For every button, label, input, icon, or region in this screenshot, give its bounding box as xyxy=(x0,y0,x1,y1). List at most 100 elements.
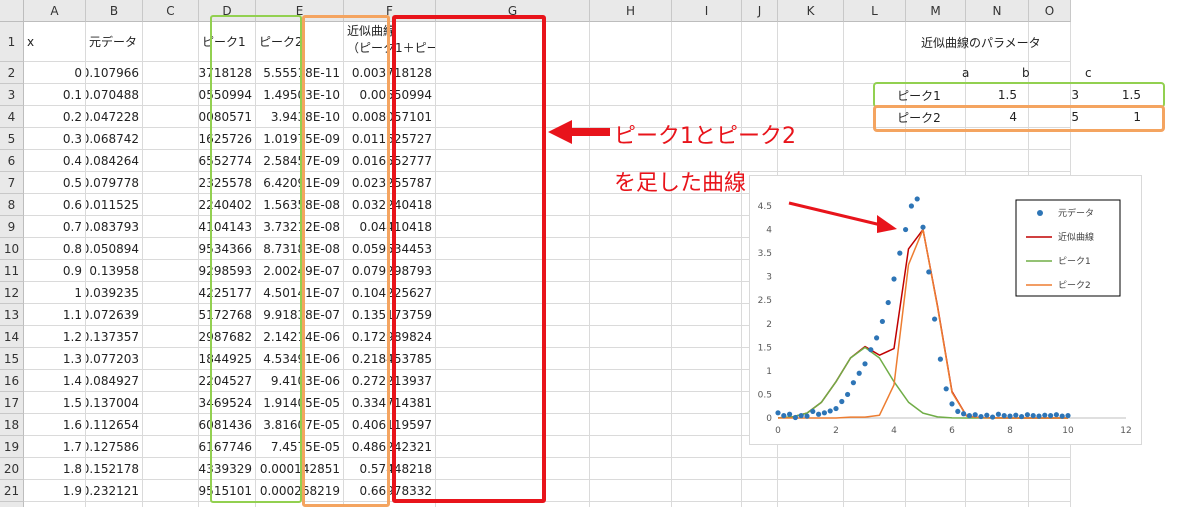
grid-cell[interactable] xyxy=(143,370,199,392)
grid-cell[interactable] xyxy=(590,326,672,348)
row-header-13[interactable]: 13 xyxy=(0,304,24,326)
grid-cell[interactable] xyxy=(590,436,672,458)
grid-cell[interactable] xyxy=(436,150,590,172)
grid-cell[interactable] xyxy=(672,84,742,106)
grid-cell[interactable] xyxy=(590,216,672,238)
cell-peak2[interactable]: 3.73212E-08 xyxy=(256,216,344,238)
column-header-c[interactable]: C xyxy=(143,0,199,22)
column-header-j[interactable]: J xyxy=(742,0,778,22)
row-header-2[interactable]: 2 xyxy=(0,62,24,84)
grid-cell[interactable] xyxy=(143,172,199,194)
cell-x[interactable]: 2 xyxy=(24,502,86,507)
cell-peak1[interactable]: 0.104225177 xyxy=(199,282,256,304)
grid-cell[interactable] xyxy=(672,216,742,238)
grid-cell[interactable] xyxy=(1029,502,1071,507)
grid-cell[interactable] xyxy=(143,238,199,260)
grid-cell[interactable] xyxy=(436,326,590,348)
cell-peak2[interactable]: 0.000142851 xyxy=(256,458,344,480)
grid-cell[interactable] xyxy=(143,458,199,480)
cell-approx[interactable]: 0.57448218 xyxy=(344,458,436,480)
column-header-o[interactable]: O xyxy=(1029,0,1071,22)
cell-peak1[interactable]: 0.135172768 xyxy=(199,304,256,326)
header-peak2[interactable]: ピーク2 xyxy=(256,22,344,62)
params-col-b[interactable]: b xyxy=(1019,62,1079,84)
grid-cell[interactable] xyxy=(143,260,199,282)
params-row-label[interactable]: ピーク2 xyxy=(880,106,958,128)
cell-x[interactable]: 1.8 xyxy=(24,458,86,480)
row-header-11[interactable]: 11 xyxy=(0,260,24,282)
grid-cell[interactable] xyxy=(143,392,199,414)
grid-cell[interactable] xyxy=(672,260,742,282)
grid-cell[interactable] xyxy=(1029,480,1071,502)
grid-cell[interactable] xyxy=(906,128,966,150)
column-header-d[interactable]: D xyxy=(199,0,256,22)
cell-peak2[interactable]: 7.4575E-05 xyxy=(256,436,344,458)
cell-x[interactable]: 1.7 xyxy=(24,436,86,458)
grid-cell[interactable] xyxy=(672,62,742,84)
cell-peak1[interactable]: 0.079298593 xyxy=(199,260,256,282)
params-col-a[interactable]: a xyxy=(959,62,1019,84)
grid-cell[interactable] xyxy=(742,62,778,84)
row-header-10[interactable]: 10 xyxy=(0,238,24,260)
cell-peak1[interactable]: 0.059534366 xyxy=(199,238,256,260)
cell-x[interactable]: 1.9 xyxy=(24,480,86,502)
grid-cell[interactable] xyxy=(778,480,844,502)
row-header-4[interactable]: 4 xyxy=(0,106,24,128)
cell-raw[interactable]: 0.112654 xyxy=(86,414,143,436)
cell-raw[interactable]: 0.068742 xyxy=(86,128,143,150)
grid-cell[interactable] xyxy=(590,304,672,326)
cell-peak2[interactable]: 0.000493636 xyxy=(256,502,344,507)
grid-cell[interactable] xyxy=(906,480,966,502)
row-header-6[interactable]: 6 xyxy=(0,150,24,172)
grid-cell[interactable] xyxy=(742,84,778,106)
cell-approx[interactable]: 0.008057101 xyxy=(344,106,436,128)
grid-cell[interactable] xyxy=(778,502,844,507)
grid-cell[interactable] xyxy=(844,150,906,172)
grid-cell[interactable] xyxy=(966,502,1029,507)
grid-cell[interactable] xyxy=(436,370,590,392)
grid-cell[interactable] xyxy=(436,260,590,282)
cell-x[interactable]: 0.8 xyxy=(24,238,86,260)
grid-cell[interactable] xyxy=(143,128,199,150)
row-header-7[interactable]: 7 xyxy=(0,172,24,194)
cell-raw[interactable]: 0.107966 xyxy=(86,62,143,84)
column-header-n[interactable]: N xyxy=(966,0,1029,22)
grid-cell[interactable] xyxy=(590,502,672,507)
grid-cell[interactable] xyxy=(590,392,672,414)
grid-cell[interactable] xyxy=(906,458,966,480)
grid-cell[interactable] xyxy=(436,480,590,502)
cell-raw[interactable]: 0.011525 xyxy=(86,194,143,216)
cell-peak1[interactable]: 0.011625726 xyxy=(199,128,256,150)
grid-cell[interactable] xyxy=(966,458,1029,480)
cell-peak1[interactable]: 0.574339329 xyxy=(199,458,256,480)
grid-cell[interactable] xyxy=(672,458,742,480)
column-header-h[interactable]: H xyxy=(590,0,672,22)
header-peak1[interactable]: ピーク1 xyxy=(199,22,256,62)
cell-peak2[interactable]: 1.49503E-10 xyxy=(256,84,344,106)
grid-cell[interactable] xyxy=(436,502,590,507)
grid-cell[interactable] xyxy=(742,480,778,502)
cell-peak2[interactable]: 0.000268219 xyxy=(256,480,344,502)
header-approx-curve[interactable]: 近似曲線 （ピーク1＋ピーク2） xyxy=(344,22,436,62)
column-header-m[interactable]: M xyxy=(906,0,966,22)
grid-cell[interactable] xyxy=(436,282,590,304)
header-x[interactable]: x xyxy=(24,22,86,62)
grid-cell[interactable] xyxy=(742,150,778,172)
cell-peak1[interactable]: 0.172987682 xyxy=(199,326,256,348)
grid-cell[interactable] xyxy=(436,304,590,326)
grid-cell[interactable] xyxy=(590,348,672,370)
grid-cell[interactable] xyxy=(436,348,590,370)
cell-peak1[interactable]: 0.0080571 xyxy=(199,106,256,128)
params-col-c[interactable]: c xyxy=(1082,62,1142,84)
cell-x[interactable]: 0.4 xyxy=(24,150,86,172)
cell-peak2[interactable]: 2.14214E-06 xyxy=(256,326,344,348)
cell-approx[interactable]: 0.172989824 xyxy=(344,326,436,348)
column-header-l[interactable]: L xyxy=(844,0,906,22)
cell-peak1[interactable]: 0.486167746 xyxy=(199,436,256,458)
grid-cell[interactable] xyxy=(844,128,906,150)
grid-cell[interactable] xyxy=(906,150,966,172)
grid-cell[interactable] xyxy=(778,458,844,480)
cell-raw[interactable]: 0.13958 xyxy=(86,260,143,282)
cell-approx[interactable]: 0.04410418 xyxy=(344,216,436,238)
row-header-5[interactable]: 5 xyxy=(0,128,24,150)
